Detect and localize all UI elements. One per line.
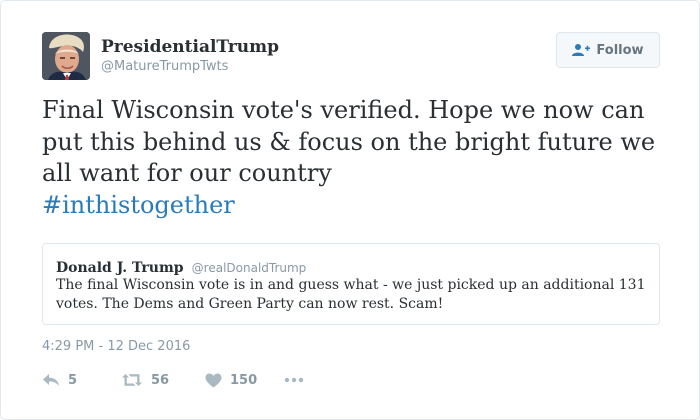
quoted-tweet-handle: @realDonaldTrump bbox=[191, 261, 307, 275]
tweet-timestamp[interactable]: 4:29 PM - 12 Dec 2016 bbox=[42, 339, 190, 354]
add-user-icon bbox=[572, 44, 591, 56]
heart-icon bbox=[205, 373, 222, 387]
quoted-tweet-text: The final Wisconsin vote is in and guess… bbox=[56, 277, 646, 312]
tweet-body: Final Wisconsin vote's verified. Hope we… bbox=[42, 96, 656, 187]
more-icon bbox=[284, 377, 304, 383]
follow-button-label: Follow bbox=[596, 42, 644, 58]
quoted-tweet-header: Donald J. Trump @realDonaldTrump bbox=[56, 257, 306, 276]
quoted-tweet-name: Donald J. Trump bbox=[56, 260, 184, 276]
retweet-icon bbox=[122, 374, 142, 386]
like-count: 150 bbox=[230, 372, 258, 388]
quoted-tweet[interactable]: Donald J. Trump @realDonaldTrump The fin… bbox=[42, 243, 660, 325]
hashtag-link[interactable]: #inthistogether bbox=[42, 191, 235, 219]
like-button[interactable]: 150 bbox=[205, 370, 257, 390]
reply-icon bbox=[43, 374, 59, 386]
reply-count: 5 bbox=[68, 372, 78, 388]
reply-button[interactable]: 5 bbox=[42, 370, 77, 390]
avatar-image bbox=[42, 32, 90, 80]
follow-button[interactable]: Follow bbox=[556, 32, 660, 68]
avatar[interactable] bbox=[42, 32, 90, 80]
screen-name[interactable]: @MatureTrumpTwts bbox=[101, 59, 228, 74]
more-button[interactable] bbox=[284, 370, 304, 390]
display-name[interactable]: PresidentialTrump bbox=[101, 37, 279, 57]
retweet-count: 56 bbox=[151, 372, 170, 388]
retweet-button[interactable]: 56 bbox=[121, 370, 169, 390]
tweet-text: Final Wisconsin vote's verified. Hope we… bbox=[42, 95, 662, 221]
tweet-card: PresidentialTrump @MatureTrumpTwts Follo… bbox=[0, 0, 700, 420]
